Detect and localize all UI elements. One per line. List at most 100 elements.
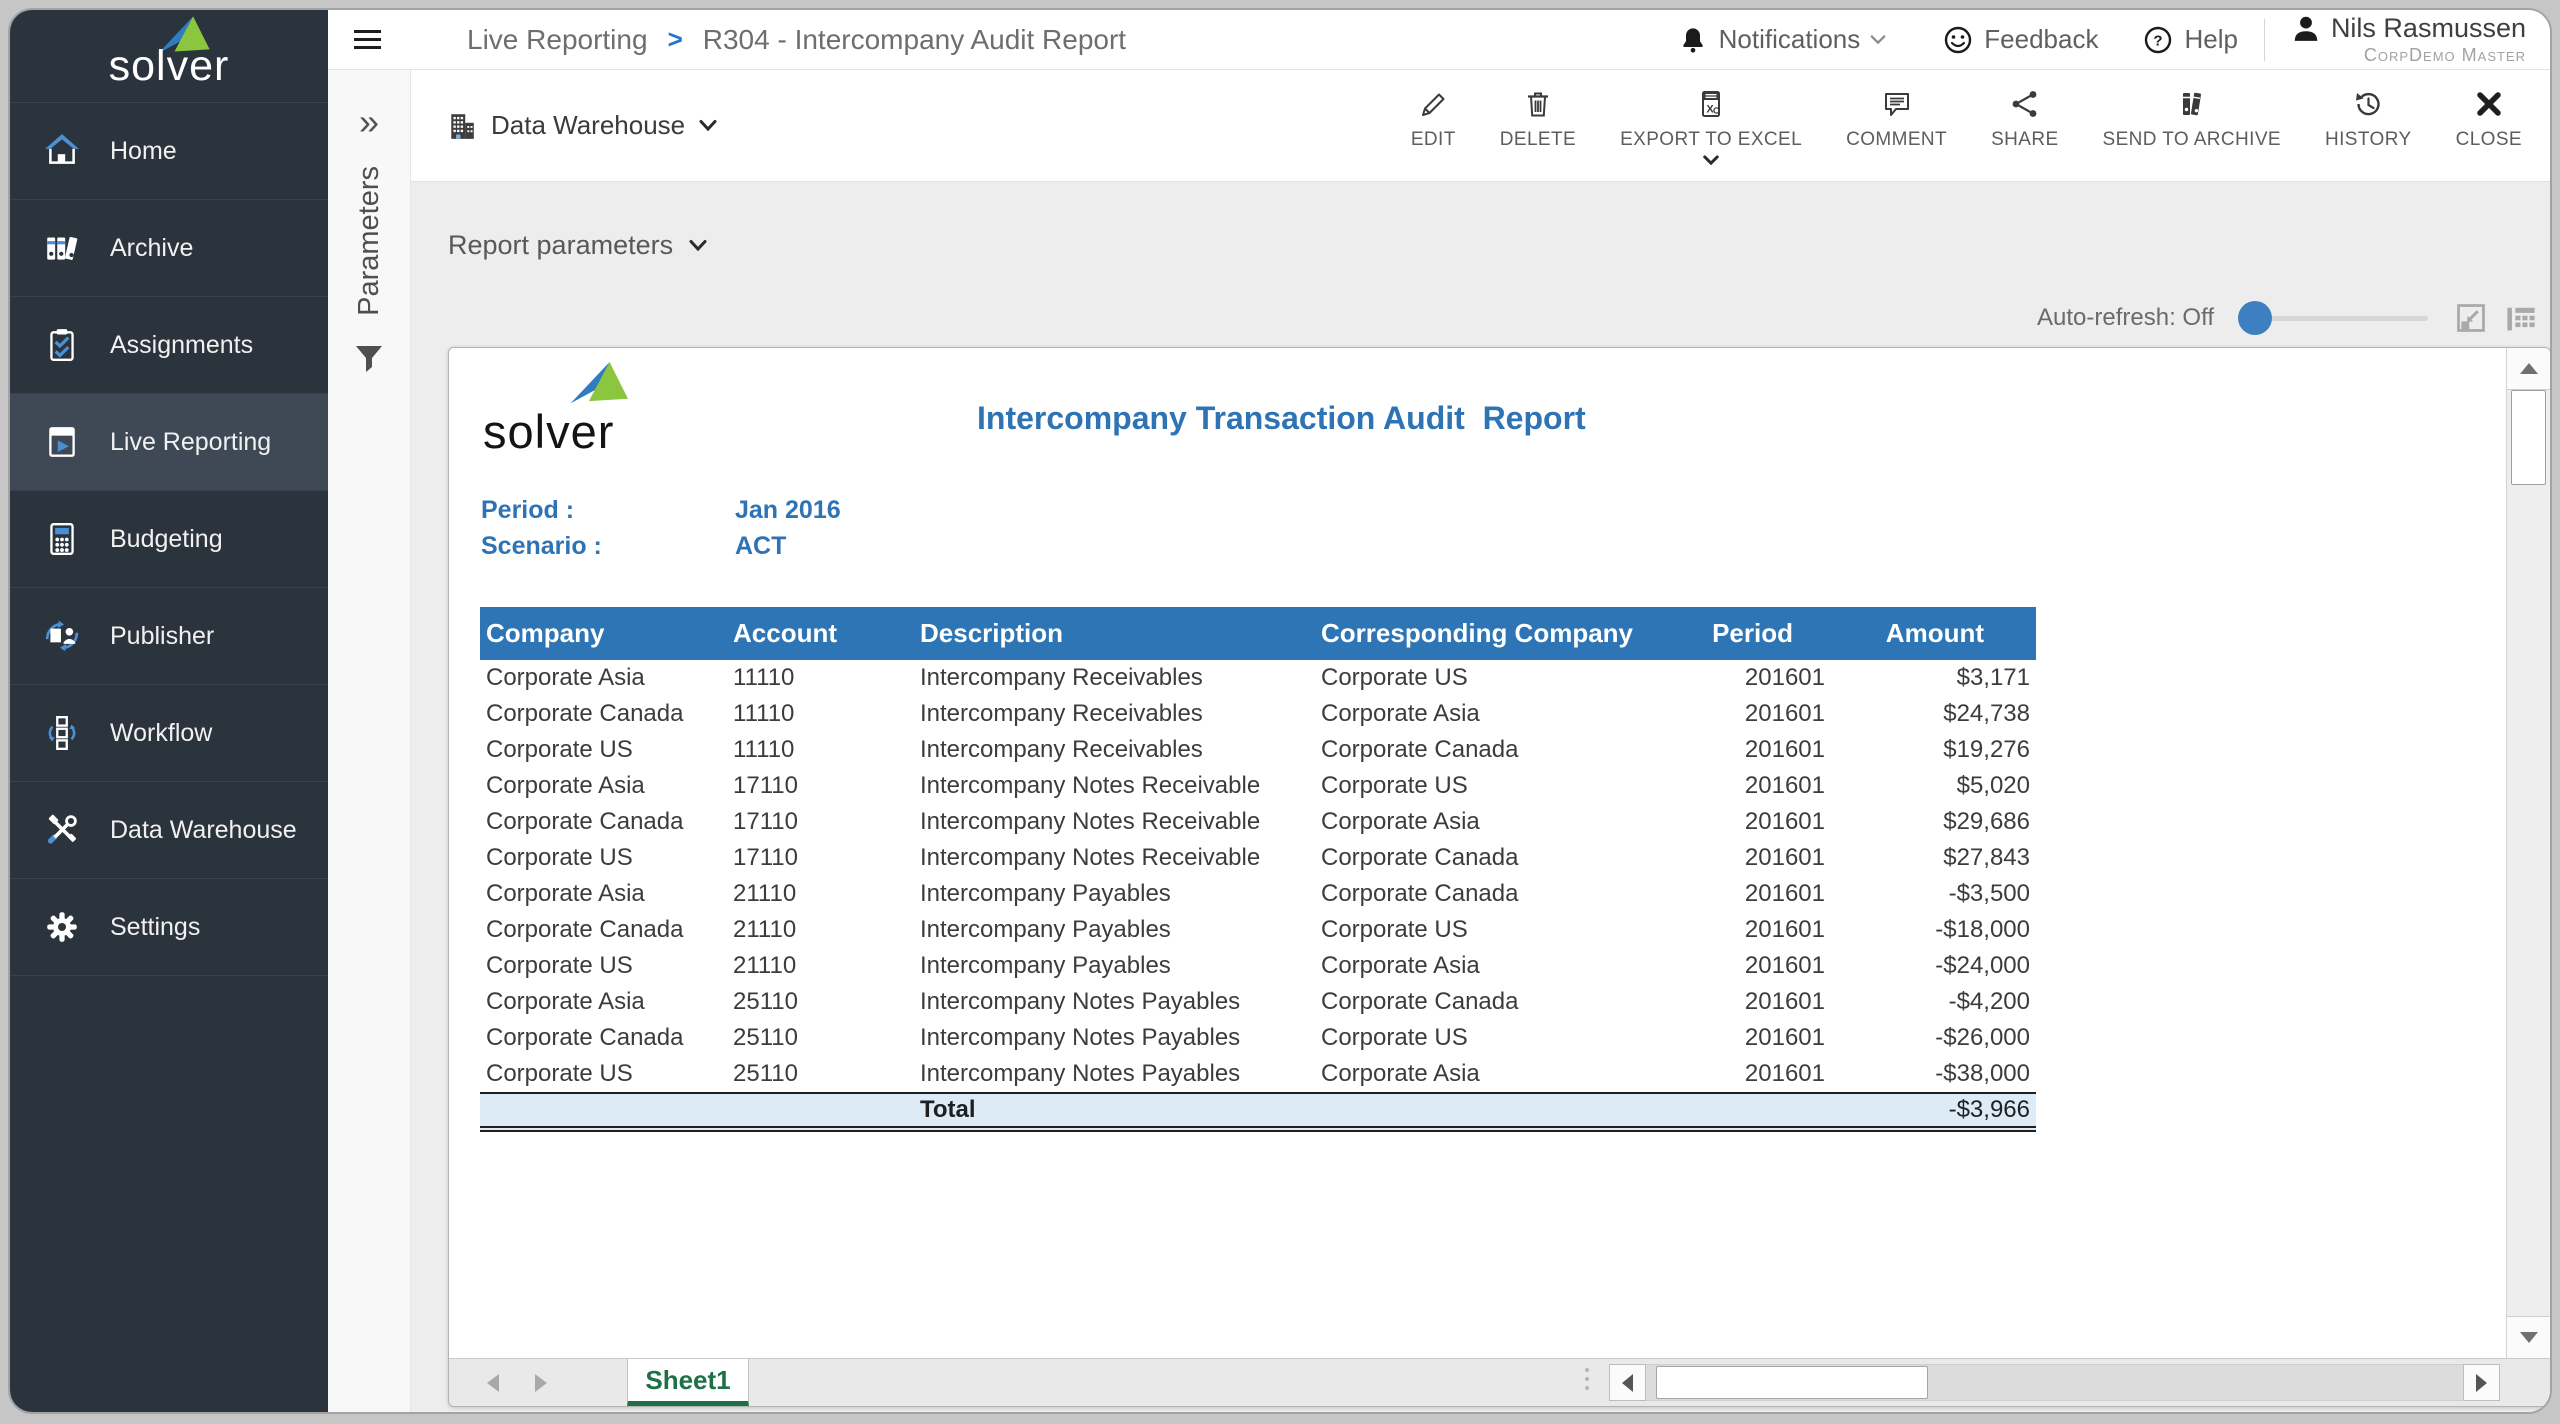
- total-label: Total: [908, 1096, 1313, 1124]
- horizontal-scrollbar[interactable]: [1609, 1364, 2500, 1401]
- sidebar-logo: solver: [10, 10, 328, 102]
- scrollbar-splitter-handle[interactable]: [1585, 1368, 1589, 1390]
- data-source-dropdown[interactable]: Data Warehouse: [447, 110, 717, 141]
- history-button[interactable]: HISTORY: [2325, 85, 2412, 151]
- sidebar-item-publisher[interactable]: Publisher: [10, 587, 328, 684]
- sidebar-item-label: Archive: [110, 234, 193, 263]
- help-label: Help: [2184, 24, 2237, 55]
- comment-button[interactable]: COMMENT: [1846, 85, 1947, 151]
- auto-refresh-slider[interactable]: [2238, 296, 2438, 340]
- column-header: Corresponding Company: [1313, 618, 1703, 649]
- share-button[interactable]: SHARE: [1991, 85, 2058, 151]
- scroll-down-button[interactable]: [2507, 1316, 2550, 1358]
- sidebar-item-data-warehouse[interactable]: Data Warehouse: [10, 781, 328, 878]
- table-row: Corporate Asia 17110 Intercompany Notes …: [480, 768, 2036, 804]
- breadcrumb-page: R304 - Intercompany Audit Report: [703, 24, 1126, 56]
- close-button[interactable]: CLOSE: [2456, 85, 2522, 151]
- sidebar-item-label: Workflow: [110, 719, 212, 748]
- history-icon: [2353, 89, 2383, 119]
- sidebar-item-label: Settings: [110, 913, 200, 942]
- share-icon: [2010, 89, 2040, 119]
- user-icon: [2291, 13, 2321, 43]
- breadcrumb: Live Reporting > R304 - Intercompany Aud…: [467, 24, 1126, 56]
- excel-icon: X: [1696, 89, 1726, 119]
- sheet-tab[interactable]: Sheet1: [627, 1359, 749, 1406]
- export-to-excel-button[interactable]: X EXPORT TO EXCEL: [1620, 85, 1802, 166]
- chevron-down-icon: [699, 119, 717, 132]
- slider-knob[interactable]: [2238, 301, 2272, 335]
- sidebar-divider: [10, 975, 328, 976]
- sidebar-item-workflow[interactable]: Workflow: [10, 684, 328, 781]
- send-to-archive-button[interactable]: SEND TO ARCHIVE: [2103, 85, 2281, 151]
- report-table-body: Corporate Asia 11110 Intercompany Receiv…: [480, 660, 2036, 1092]
- table-row: Corporate Asia 21110 Intercompany Payabl…: [480, 876, 2036, 912]
- horizontal-scroll-thumb[interactable]: [1656, 1366, 1928, 1399]
- sidebar-item-settings[interactable]: Settings: [10, 878, 328, 975]
- edit-button[interactable]: EDIT: [1411, 85, 1456, 151]
- breadcrumb-section[interactable]: Live Reporting: [467, 24, 648, 56]
- content-area: Data Warehouse EDIT: [411, 70, 2550, 1412]
- table-row: Corporate Canada 17110 Intercompany Note…: [480, 804, 2036, 840]
- vertical-scrollbar[interactable]: [2506, 348, 2550, 1358]
- sidebar-item-assignments[interactable]: Assignments: [10, 296, 328, 393]
- help-button[interactable]: ? Help: [2144, 24, 2237, 55]
- live-reporting-icon: [36, 423, 88, 461]
- table-row: Corporate US 25110 Intercompany Notes Pa…: [480, 1056, 2036, 1092]
- topbar-divider: [2264, 19, 2265, 61]
- sidebar-logo-text: solver: [10, 42, 328, 91]
- report-meta: Period : Jan 2016 Scenario : ACT: [481, 492, 841, 564]
- main-area: Live Reporting > R304 - Intercompany Aud…: [328, 10, 2550, 1412]
- user-menu[interactable]: Nils Rasmussen CorpDemo Master: [2291, 13, 2526, 66]
- report-sheet: solver Intercompany Transaction Audit Re…: [449, 348, 2505, 1358]
- sidebar-item-home[interactable]: Home: [10, 102, 328, 199]
- expand-panel-icon[interactable]: »: [359, 104, 379, 140]
- top-bar: Live Reporting > R304 - Intercompany Aud…: [328, 10, 2550, 70]
- sheet-bottom-bar: Sheet1: [449, 1358, 2550, 1406]
- column-header: Amount: [1831, 618, 2036, 649]
- total-amount: -$3,966: [1831, 1096, 2036, 1124]
- next-sheet-icon[interactable]: [535, 1374, 547, 1392]
- feedback-label: Feedback: [1984, 24, 2098, 55]
- app-window: solver Home: [8, 8, 2552, 1414]
- notifications-button[interactable]: Notifications: [1679, 24, 1899, 55]
- svg-text:X: X: [1706, 104, 1714, 116]
- scroll-left-button[interactable]: [1609, 1364, 1646, 1401]
- scroll-up-button[interactable]: [2507, 348, 2550, 390]
- workflow-icon: [36, 714, 88, 752]
- auto-refresh-controls: Auto-refresh: Off: [2037, 296, 2538, 340]
- settings-icon: [36, 908, 88, 946]
- chevron-down-icon: [1870, 34, 1886, 46]
- parameters-label[interactable]: Parameters: [353, 166, 386, 316]
- bell-icon: [1679, 26, 1707, 54]
- sidebar-item-budgeting[interactable]: Budgeting: [10, 490, 328, 587]
- report-actions: EDIT DELETE: [1367, 85, 2550, 166]
- report-parameters-toggle[interactable]: Report parameters: [448, 230, 707, 261]
- delete-button[interactable]: DELETE: [1500, 85, 1576, 151]
- horizontal-scroll-track[interactable]: [1646, 1364, 2463, 1401]
- feedback-button[interactable]: Feedback: [1944, 24, 2098, 55]
- filter-icon[interactable]: [354, 344, 384, 374]
- user-name: Nils Rasmussen: [2331, 13, 2526, 44]
- sidebar: solver Home: [10, 10, 328, 1412]
- sidebar-item-label: Home: [110, 137, 177, 166]
- vertical-scroll-thumb[interactable]: [2511, 390, 2546, 485]
- table-row: Corporate Asia 25110 Intercompany Notes …: [480, 984, 2036, 1020]
- popout-icon[interactable]: [2454, 301, 2488, 335]
- period-value: Jan 2016: [735, 496, 841, 525]
- topbar-right: Notifications Feedback: [1679, 13, 2550, 66]
- smiley-icon: [1944, 26, 1972, 54]
- sidebar-item-archive[interactable]: Archive: [10, 199, 328, 296]
- help-icon: ?: [2144, 26, 2172, 54]
- previous-sheet-icon[interactable]: [487, 1374, 499, 1392]
- comment-icon: [1882, 89, 1912, 119]
- menu-icon[interactable]: [354, 25, 381, 54]
- scroll-right-button[interactable]: [2463, 1364, 2500, 1401]
- scenario-label: Scenario :: [481, 532, 735, 561]
- sidebar-item-live-reporting[interactable]: Live Reporting: [10, 393, 328, 490]
- table-row: Corporate Canada 11110 Intercompany Rece…: [480, 696, 2036, 732]
- data-warehouse-icon: [36, 811, 88, 849]
- archive-icon: [36, 229, 88, 267]
- chevron-down-icon: [689, 239, 707, 252]
- publisher-icon: [36, 617, 88, 655]
- grid-view-icon[interactable]: [2504, 301, 2538, 335]
